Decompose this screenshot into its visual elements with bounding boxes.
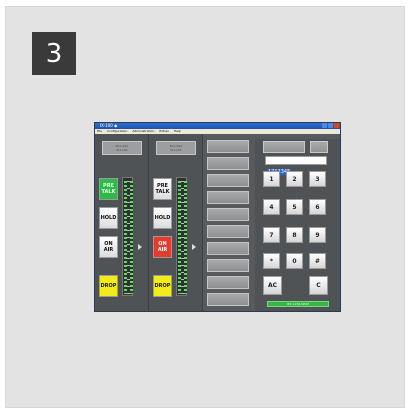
slot-button[interactable]	[207, 191, 249, 204]
line-2-hold-button[interactable]: HOLD	[153, 207, 172, 229]
key-3[interactable]: 3	[309, 171, 326, 187]
line-2-pre-talk-button[interactable]: PRE TALK	[153, 178, 172, 200]
line-1-pre-talk-button[interactable]: PRE TALK	[99, 178, 118, 200]
clear-button[interactable]: C	[309, 276, 328, 295]
minimize-icon[interactable]	[322, 123, 327, 128]
key-7[interactable]: 7	[263, 227, 280, 243]
key-6[interactable]: 6	[309, 199, 326, 215]
dial-status-bar: IPC 1234 REAT	[267, 301, 329, 307]
line-1-level-meter	[122, 177, 133, 296]
line-2-level-arrow-icon[interactable]	[192, 244, 196, 250]
line-1-hold-button[interactable]: HOLD	[99, 207, 118, 229]
slot-button[interactable]	[207, 208, 249, 221]
key-1[interactable]: 1	[263, 171, 280, 187]
line-panel-2: Box-002 PL1235 PRE TALK HOLD ON AIR DROP	[149, 134, 203, 311]
dial-pad-top-small-button[interactable]	[310, 141, 328, 153]
key-8[interactable]: 8	[286, 227, 303, 243]
dial-pad-top-button[interactable]	[263, 141, 305, 153]
slot-button[interactable]	[207, 259, 249, 272]
line-2-drop-button[interactable]: DROP	[153, 275, 172, 297]
dial-pad-panel: 1712345 1 2 3 4 5 6 7 8 9 * 0 # AC C IPC…	[255, 139, 340, 311]
line-1-label-bottom: PL1234	[116, 148, 128, 152]
key-5[interactable]: 5	[286, 199, 303, 215]
slot-button[interactable]	[207, 242, 249, 255]
line-2-label: Box-002 PL1235	[156, 141, 196, 155]
slot-button[interactable]	[207, 293, 249, 306]
close-icon[interactable]	[334, 123, 339, 128]
instruction-card: 3 IX-100 ◆ File Configuration Administra…	[5, 6, 405, 408]
slot-button[interactable]	[207, 174, 249, 187]
line-1-label: Box-001 PL1234	[102, 141, 142, 155]
line-1-on-air-button[interactable]: ON AIR	[99, 236, 118, 258]
slot-button[interactable]	[207, 276, 249, 289]
line-2-label-bottom: PL1235	[170, 148, 182, 152]
clear-all-button[interactable]: AC	[263, 276, 282, 295]
key-2[interactable]: 2	[286, 171, 303, 187]
step-number-badge: 3	[32, 32, 76, 75]
slot-button[interactable]	[207, 140, 249, 153]
key-star[interactable]: *	[263, 253, 280, 269]
slot-button[interactable]	[207, 225, 249, 238]
key-9[interactable]: 9	[309, 227, 326, 243]
key-4[interactable]: 4	[263, 199, 280, 215]
app-window: IX-100 ◆ File Configuration Administrati…	[94, 122, 341, 312]
line-2-level-meter	[176, 177, 187, 296]
key-hash[interactable]: #	[309, 253, 326, 269]
window-title: IX-100 ◆	[100, 123, 118, 128]
dial-number-input[interactable]: 1712345	[265, 156, 327, 175]
line-2-on-air-button[interactable]: ON AIR	[153, 236, 172, 258]
line-1-level-arrow-icon[interactable]	[138, 244, 142, 250]
key-0[interactable]: 0	[286, 253, 303, 269]
line-panel-1: Box-001 PL1234 PRE TALK HOLD ON AIR DROP	[95, 134, 149, 311]
slot-button[interactable]	[207, 157, 249, 170]
maximize-icon[interactable]	[328, 123, 333, 128]
line-1-drop-button[interactable]: DROP	[99, 275, 118, 297]
